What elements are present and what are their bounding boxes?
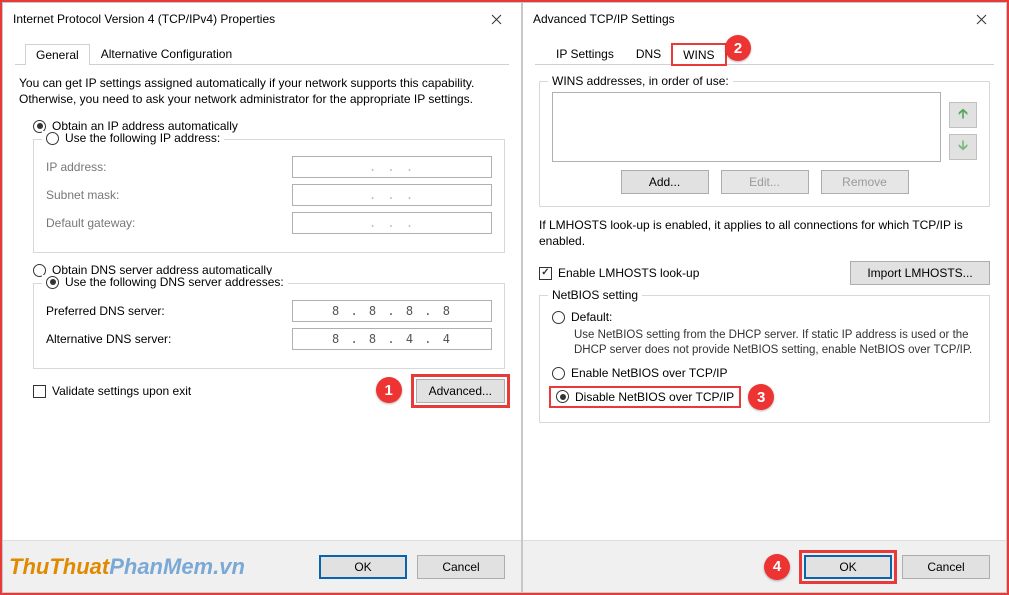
manual-dns-fieldset: Use the following DNS server addresses: … xyxy=(33,283,505,369)
titlebar: Internet Protocol Version 4 (TCP/IPv4) P… xyxy=(3,3,521,35)
checkbox-icon xyxy=(33,385,46,398)
ok-button[interactable]: OK xyxy=(804,555,892,579)
cancel-button[interactable]: Cancel xyxy=(902,555,990,579)
watermark: ThuThuatPhanMem.vn xyxy=(9,554,245,580)
step-marker-2: 2 xyxy=(725,35,751,61)
dialog-body: WINS addresses, in order of use: 🡱 🡳 Add… xyxy=(523,65,1006,540)
radio-label: Use the following DNS server addresses: xyxy=(65,275,284,289)
checkbox-label: Enable LMHOSTS look-up xyxy=(558,266,699,280)
default-gateway-label: Default gateway: xyxy=(46,216,135,230)
close-button[interactable] xyxy=(958,4,1004,34)
dialog-body: You can get IP settings assigned automat… xyxy=(3,65,521,540)
step-marker-3: 3 xyxy=(748,384,774,410)
lmhosts-description: If LMHOSTS look-up is enabled, it applie… xyxy=(539,217,990,249)
step-marker-4: 4 xyxy=(764,554,790,580)
checkbox-label: Validate settings upon exit xyxy=(52,384,191,398)
radio-netbios-enable[interactable]: Enable NetBIOS over TCP/IP xyxy=(552,366,977,380)
radio-label: Use the following IP address: xyxy=(65,131,220,145)
alternative-dns-input[interactable]: 8 . 8 . 4 . 4 xyxy=(292,328,492,350)
subnet-mask-label: Subnet mask: xyxy=(46,188,119,202)
move-down-button[interactable]: 🡳 xyxy=(949,134,977,160)
add-button[interactable]: Add... xyxy=(621,170,709,194)
remove-button[interactable]: Remove xyxy=(821,170,909,194)
wins-legend: WINS addresses, in order of use: xyxy=(548,74,733,88)
netbios-default-desc: Use NetBIOS setting from the DHCP server… xyxy=(574,328,977,358)
tab-ip-settings[interactable]: IP Settings xyxy=(545,43,625,64)
radio-use-following-ip[interactable] xyxy=(46,132,59,145)
import-lmhosts-button[interactable]: Import LMHOSTS... xyxy=(850,261,990,285)
preferred-dns-input[interactable]: 8 . 8 . 8 . 8 xyxy=(292,300,492,322)
close-button[interactable] xyxy=(473,4,519,34)
advanced-button[interactable]: Advanced... xyxy=(416,379,505,403)
dialog-title: Internet Protocol Version 4 (TCP/IPv4) P… xyxy=(13,12,275,26)
radio-icon xyxy=(552,311,565,324)
dialog-title: Advanced TCP/IP Settings xyxy=(533,12,675,26)
cancel-button[interactable]: Cancel xyxy=(417,555,505,579)
subnet-mask-input[interactable]: . . . xyxy=(292,184,492,206)
tab-wins[interactable]: WINS xyxy=(672,44,725,65)
enable-lmhosts-checkbox[interactable]: Enable LMHOSTS look-up xyxy=(539,266,699,280)
default-gateway-input[interactable]: . . . xyxy=(292,212,492,234)
ipv4-properties-dialog: Internet Protocol Version 4 (TCP/IPv4) P… xyxy=(2,2,522,593)
wins-address-list[interactable] xyxy=(552,92,941,162)
radio-netbios-disable[interactable] xyxy=(556,390,569,403)
step-marker-1: 1 xyxy=(376,377,402,403)
radio-icon xyxy=(552,367,565,380)
wins-addresses-fieldset: WINS addresses, in order of use: 🡱 🡳 Add… xyxy=(539,81,990,207)
tab-dns[interactable]: DNS xyxy=(625,43,672,64)
ip-address-input[interactable]: . . . xyxy=(292,156,492,178)
arrow-up-icon: 🡱 xyxy=(958,103,968,127)
netbios-fieldset: NetBIOS setting Default: Use NetBIOS set… xyxy=(539,295,990,423)
radio-label: Disable NetBIOS over TCP/IP xyxy=(575,390,734,404)
advanced-tcpip-dialog: Advanced TCP/IP Settings IP Settings DNS… xyxy=(522,2,1007,593)
tab-alternative-configuration[interactable]: Alternative Configuration xyxy=(90,43,243,64)
bottom-bar: 4 OK Cancel xyxy=(523,540,1006,592)
arrow-down-icon: 🡳 xyxy=(958,135,968,159)
checkbox-icon xyxy=(539,267,552,280)
radio-use-following-dns[interactable] xyxy=(46,276,59,289)
description-text: You can get IP settings assigned automat… xyxy=(19,75,505,107)
tabstrip: IP Settings DNS WINS 2 xyxy=(535,41,994,65)
radio-label: Default: xyxy=(571,310,612,324)
move-up-button[interactable]: 🡱 xyxy=(949,102,977,128)
alternative-dns-label: Alternative DNS server: xyxy=(46,332,171,346)
manual-ip-fieldset: Use the following IP address: IP address… xyxy=(33,139,505,253)
radio-label: Enable NetBIOS over TCP/IP xyxy=(571,366,728,380)
ip-address-label: IP address: xyxy=(46,160,106,174)
ok-button[interactable]: OK xyxy=(319,555,407,579)
bottom-bar: OK Cancel ThuThuatPhanMem.vn xyxy=(3,540,521,592)
preferred-dns-label: Preferred DNS server: xyxy=(46,304,165,318)
tabstrip: General Alternative Configuration xyxy=(15,41,509,65)
titlebar: Advanced TCP/IP Settings xyxy=(523,3,1006,35)
edit-button[interactable]: Edit... xyxy=(721,170,809,194)
netbios-legend: NetBIOS setting xyxy=(548,288,642,302)
validate-checkbox-row[interactable]: Validate settings upon exit xyxy=(33,384,191,398)
tab-general[interactable]: General xyxy=(25,44,90,65)
radio-netbios-default[interactable]: Default: xyxy=(552,310,977,324)
